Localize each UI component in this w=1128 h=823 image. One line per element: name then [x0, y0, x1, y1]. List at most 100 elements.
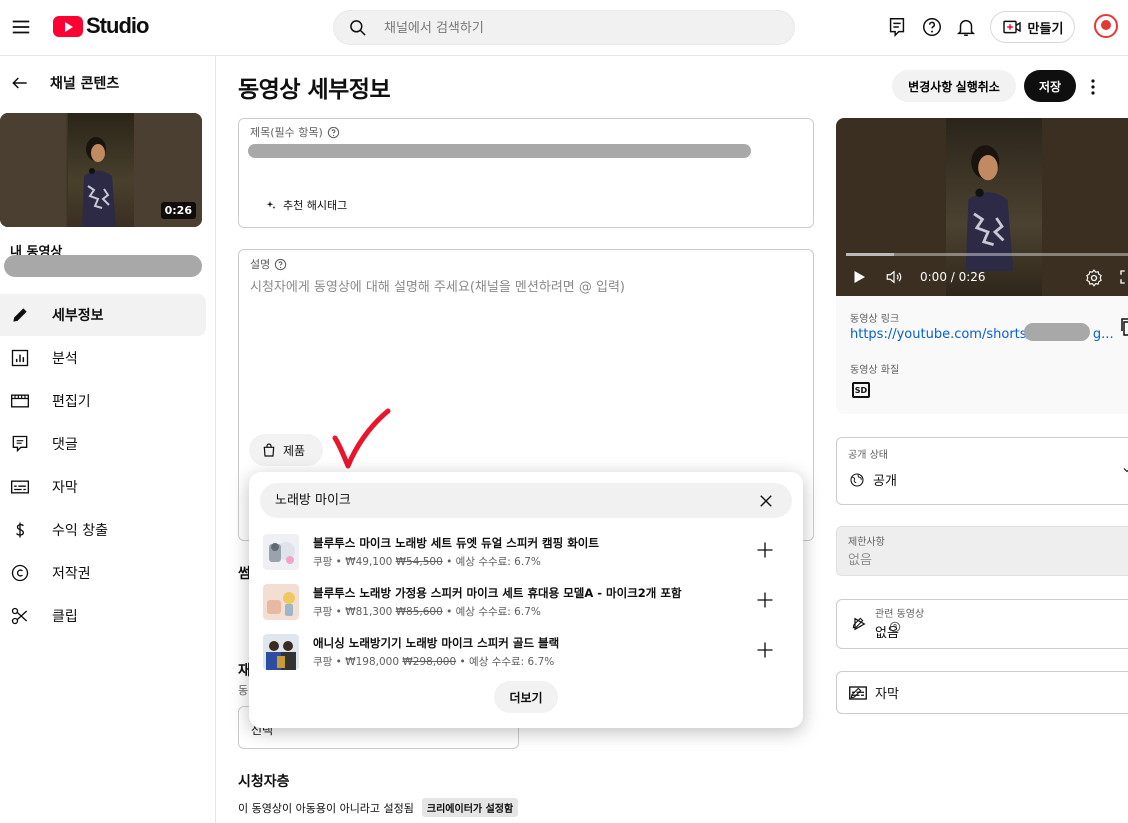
edit-pencil-icon[interactable]: [851, 616, 1128, 630]
suggested-hashtags-button[interactable]: 추천 해시태그: [265, 197, 347, 213]
sidebar-item-label: 댓글: [52, 437, 78, 453]
product-search-box[interactable]: [260, 483, 792, 518]
sidebar-item-details[interactable]: 세부정보: [0, 294, 206, 336]
audience-badge: 크리에이터가 설정함: [421, 798, 519, 817]
chevron-down-icon: [1121, 464, 1128, 476]
more-results-button[interactable]: 더보기: [494, 681, 558, 713]
product-meta: 쿠팡 • ₩49,100 ₩54,500 • 예상 수수료: 6.7%: [313, 556, 541, 568]
product-meta: 쿠팡 • ₩198,000 ₩298,000 • 예상 수수료: 6.7%: [313, 656, 555, 668]
product-thumbnail: [263, 634, 299, 670]
audience-text: 이 동영상이 아동용이 아니라고 설정됨: [238, 801, 414, 815]
singer-figure: [82, 137, 116, 227]
video-thumbnail[interactable]: 0:26: [0, 113, 202, 227]
sidebar-item-label: 분석: [52, 351, 78, 367]
sidebar-item-monetization[interactable]: 수익 창출: [0, 509, 206, 551]
video-player[interactable]: 0:00 / 0:26: [836, 118, 1128, 296]
product-search-popup: 블루투스 마이크 노래방 세트 듀엣 듀얼 스피커 캠핑 화이트 쿠팡 • ₩4…: [249, 472, 803, 728]
undo-changes-button[interactable]: 변경사항 실행취소: [892, 70, 1016, 102]
product-row[interactable]: 블루투스 노래방 가정용 스피커 마이크 세트 휴대용 모델A - 마이크2개 …: [249, 578, 803, 628]
video-progress-bar[interactable]: [846, 253, 1128, 256]
studio-logo[interactable]: Studio: [53, 13, 149, 39]
add-product-plus-icon[interactable]: [755, 590, 775, 610]
back-to-channel-content[interactable]: 채널 콘텐츠: [10, 73, 119, 93]
video-preview-card: 0:00 / 0:26 동영상 링크 https://youtube.com/s…: [836, 118, 1128, 414]
product-name: 블루투스 마이크 노래방 세트 듀엣 듀얼 스피커 캠핑 화이트: [313, 536, 599, 550]
bell-icon[interactable]: [955, 16, 977, 38]
scissors-icon: [10, 606, 30, 626]
visibility-value: 공개: [873, 474, 897, 489]
channel-search[interactable]: [333, 10, 795, 45]
editor-icon: [10, 391, 30, 411]
product-thumbnail: [263, 584, 299, 620]
sidebar-item-subtitles[interactable]: 자막: [0, 466, 206, 508]
arrow-left-icon: [10, 73, 30, 93]
title-field[interactable]: 제목(필수 항목) 추천 해시태그: [238, 118, 814, 228]
playlist-section-sub-partial: 동: [238, 684, 249, 697]
sidebar: 채널 콘텐츠 0:26 내 동영상 세부정보 분석 편집기 댓글 자막 수익 창…: [0, 56, 216, 823]
help-icon[interactable]: [327, 126, 340, 139]
account-avatar[interactable]: [1094, 14, 1118, 38]
audience-status: 이 동영상이 아동용이 아니라고 설정됨 크리에이터가 설정함: [238, 798, 519, 817]
sidebar-item-label: 저작권: [52, 566, 91, 582]
create-button[interactable]: 만들기: [990, 11, 1075, 43]
settings-gear-icon[interactable]: [1084, 268, 1104, 288]
product-row[interactable]: 블루투스 마이크 노래방 세트 듀엣 듀얼 스피커 캠핑 화이트 쿠팡 • ₩4…: [249, 528, 803, 578]
fullscreen-icon[interactable]: [1118, 268, 1128, 286]
copy-icon[interactable]: [1120, 318, 1128, 336]
title-field-label: 제목(필수 항목): [250, 126, 323, 139]
sidebar-item-analytics[interactable]: 분석: [0, 337, 206, 379]
description-placeholder: 시청자에게 동영상에 대해 설명해 주세요(채널을 멘션하려면 @ 입력): [250, 280, 625, 295]
create-label: 만들기: [1027, 21, 1064, 37]
video-add-icon: [1002, 19, 1022, 35]
help-icon[interactable]: [921, 16, 943, 38]
close-icon[interactable]: [757, 492, 775, 510]
logo-text: Studio: [86, 13, 149, 38]
help-icon[interactable]: [274, 258, 287, 271]
product-name: 블루투스 노래방 가정용 스피커 마이크 세트 휴대용 모델A - 마이크2개 …: [313, 586, 682, 600]
add-product-plus-icon[interactable]: [755, 540, 775, 560]
shopping-bag-icon: [261, 442, 277, 458]
redacted-link-id: [1024, 323, 1090, 341]
sidebar-item-label: 클립: [52, 609, 78, 625]
analytics-icon: [10, 348, 30, 368]
desc-field-label: 설명: [250, 258, 271, 271]
volume-icon[interactable]: [884, 268, 904, 286]
menu-icon[interactable]: [10, 16, 32, 38]
sidebar-item-label: 편집기: [52, 394, 91, 410]
page-title: 동영상 세부정보: [238, 77, 391, 103]
duration-badge: 0:26: [160, 202, 196, 219]
search-input[interactable]: [384, 18, 774, 38]
hashtag-label: 추천 해시태그: [283, 199, 348, 212]
subtitles-field[interactable]: 자막: [836, 671, 1128, 714]
edit-pencil-icon[interactable]: [849, 686, 1128, 700]
sidebar-item-copyright[interactable]: 저작권: [0, 552, 206, 594]
video-link-label: 동영상 링크: [850, 314, 900, 325]
add-product-plus-icon[interactable]: [755, 640, 775, 660]
visibility-label: 공개 상태: [848, 450, 888, 461]
product-row[interactable]: 애니싱 노래방기기 노래방 마이크 스피커 골드 블랙 쿠팡 • ₩198,00…: [249, 628, 803, 678]
visibility-selector[interactable]: 공개 상태 공개: [836, 437, 1128, 505]
sidebar-item-label: 수익 창출: [52, 523, 108, 539]
play-icon[interactable]: [850, 268, 868, 286]
globe-icon: [849, 472, 865, 488]
product-meta: 쿠팡 • ₩81,300 ₩85,600 • 예상 수수료: 6.7%: [313, 606, 541, 618]
sidebar-item-label: 자막: [52, 480, 78, 496]
redacted-video-title: [4, 255, 202, 277]
product-search-input[interactable]: [275, 491, 735, 506]
dollar-icon: [10, 520, 30, 540]
subtitles-icon: [10, 477, 30, 497]
sidebar-item-comments[interactable]: 댓글: [0, 423, 206, 465]
product-label: 제품: [283, 443, 306, 458]
sidebar-item-editor[interactable]: 편집기: [0, 380, 206, 422]
more-vert-icon[interactable]: [1084, 76, 1102, 98]
related-video-field[interactable]: 관련 동영상 없음: [836, 599, 1128, 649]
add-product-button[interactable]: 제품: [249, 434, 323, 466]
pencil-icon: [10, 305, 30, 325]
restrictions-label: 제한사항: [848, 537, 885, 548]
save-button[interactable]: 저장: [1024, 70, 1076, 102]
sidebar-item-clips[interactable]: 클립: [0, 595, 206, 637]
product-name: 애니싱 노래방기기 노래방 마이크 스피커 골드 블랙: [313, 636, 560, 650]
sparkle-icon: [265, 199, 277, 211]
feedback-icon[interactable]: [886, 16, 908, 38]
audience-title: 시청자층: [238, 774, 290, 790]
